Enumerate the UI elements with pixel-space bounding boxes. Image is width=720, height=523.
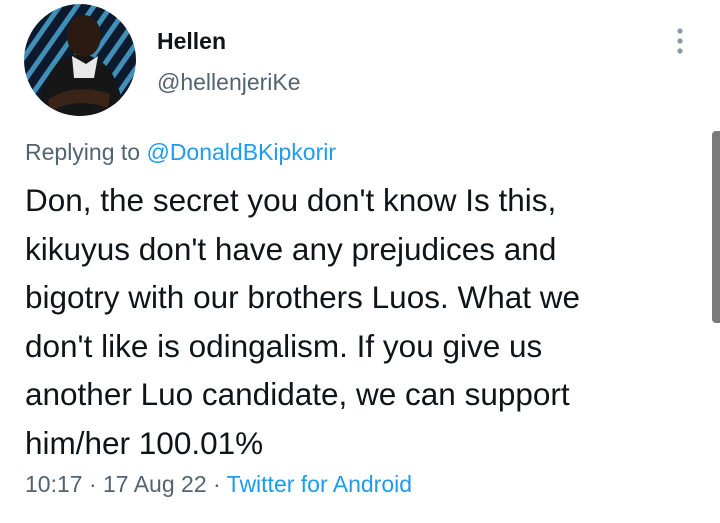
tweet-text-line: don't like is odingalism. If you give us [25,327,543,364]
profile-photo-avatar-icon [24,4,136,116]
more-options-button[interactable] [672,26,688,56]
avatar[interactable] [24,4,136,116]
tweet-date[interactable]: 17 Aug 22 [103,471,207,497]
tweet-meta: 10:17 · 17 Aug 22 · Twitter for Android [25,471,412,498]
tweet-text-line: kikuyus don't have any prejudices and [25,230,557,267]
tweet-text-line: bigotry with our brothers Luos. What we [25,279,581,315]
tweet-text-line: Don, the secret you don't know Is this, [25,182,557,218]
author-handle[interactable]: @hellenjeriKe [157,69,301,96]
tweet-text: Don, the secret you don't know Is this, … [25,176,697,467]
scrollbar[interactable] [712,131,720,323]
meta-separator: · [88,471,97,497]
tweet-text-line: him/her 100.01% [25,424,264,461]
replying-to-label: Replying to [25,139,141,165]
tweet-time[interactable]: 10:17 [25,471,83,497]
reply-mention-link[interactable]: @DonaldBKipkorir [146,139,336,165]
tweet-text-line: another Luo candidate, we can support [25,376,570,412]
author-display-name[interactable]: Hellen [157,28,226,55]
tweet-source-link[interactable]: Twitter for Android [227,471,412,497]
replying-to: Replying to @DonaldBKipkorir [25,139,336,166]
meta-separator: · [213,471,221,497]
more-vertical-icon [677,28,683,54]
